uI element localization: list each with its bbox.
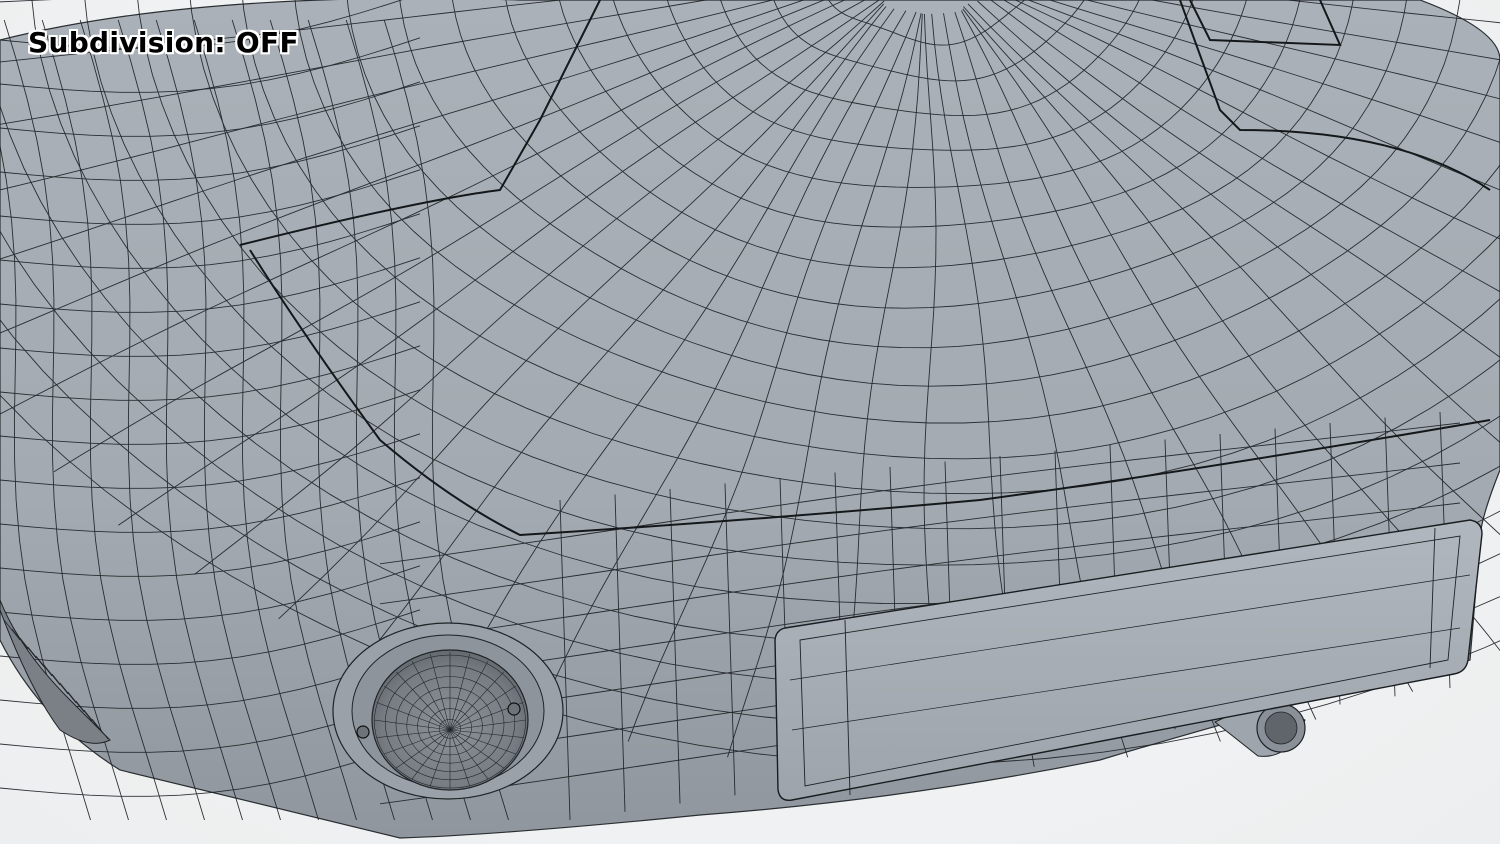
3d-viewport[interactable]: Subdivision: OFF xyxy=(0,0,1500,844)
headlight xyxy=(332,622,564,800)
car-model-render xyxy=(0,0,1500,839)
subdivision-status-label: Subdivision: OFF xyxy=(28,26,299,59)
